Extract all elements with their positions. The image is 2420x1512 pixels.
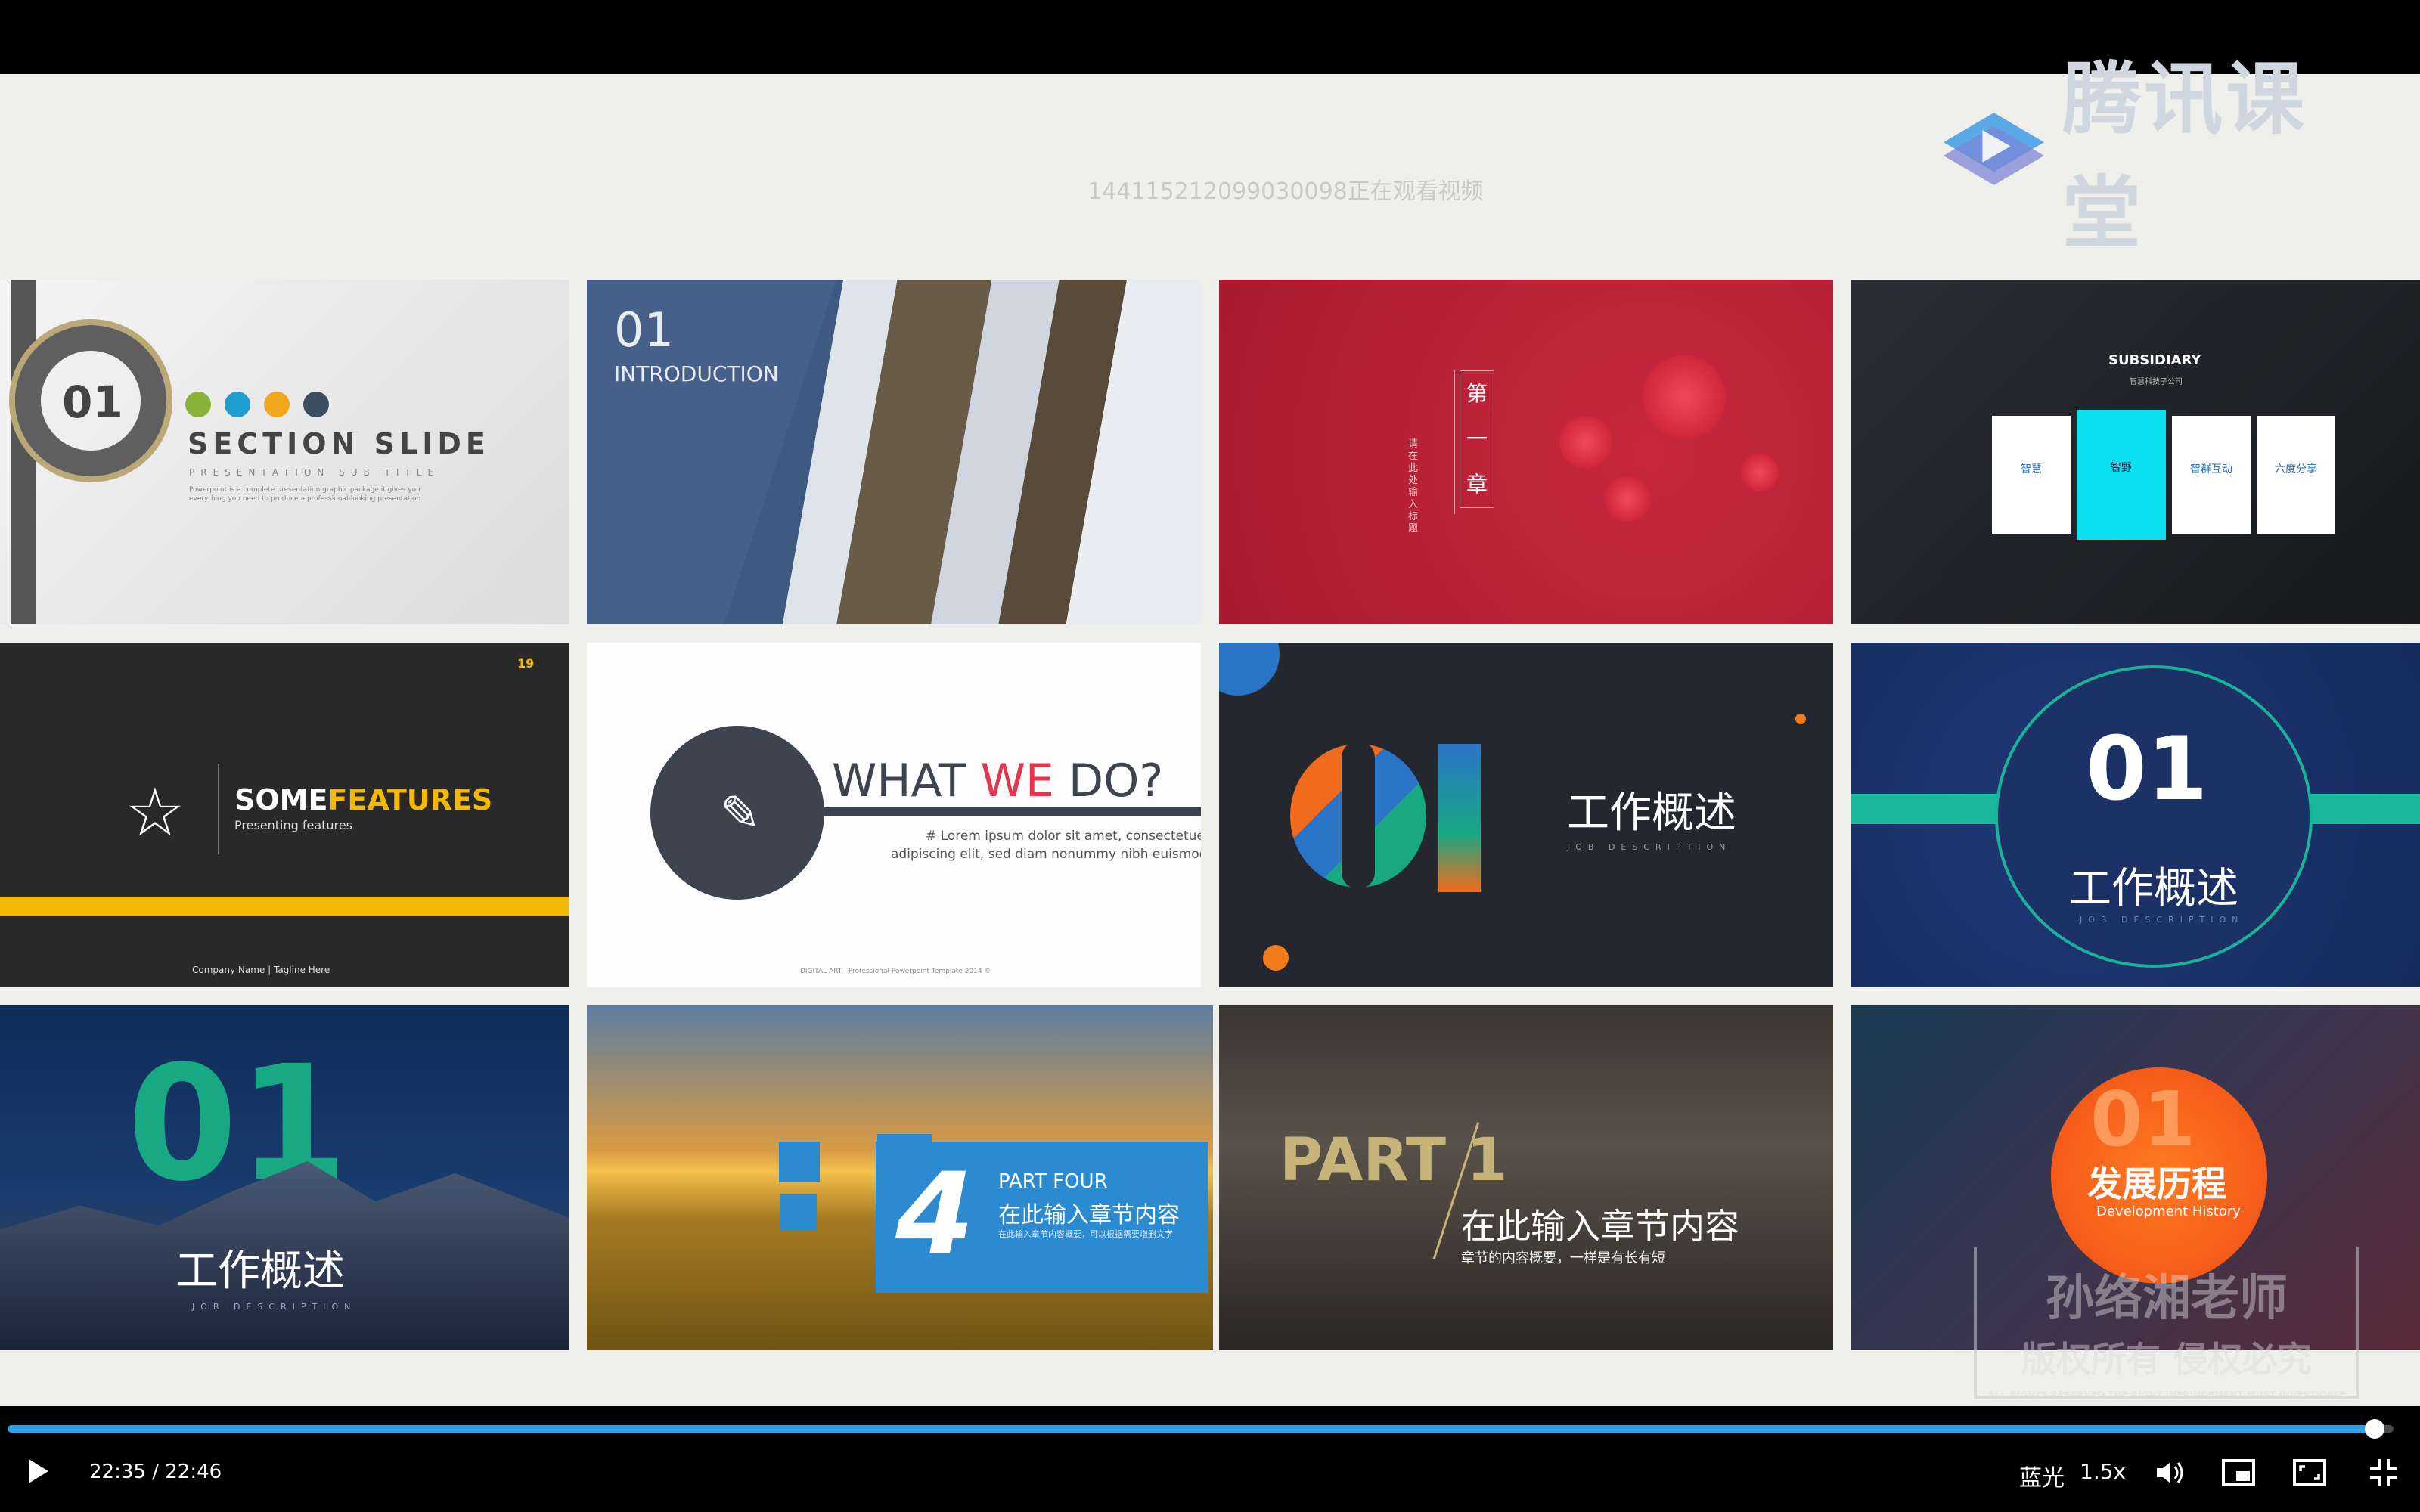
quality-button[interactable]: 蓝光: [2019, 1459, 2065, 1492]
copyright-line1: 孙络湘老师: [2046, 1271, 2288, 1327]
slide7-title: 工作概述: [1567, 789, 1736, 838]
slide-job-description-1: 工作概述 JOB DESCRIPTION: [1219, 643, 1833, 987]
copyright-watermark: 孙络湘老师 版权所有 侵权必究 ALL RIGHTS RESERVED THE …: [1974, 1247, 2360, 1400]
magic-wand-icon: ✎: [720, 786, 761, 842]
slide10-number: 4: [895, 1149, 975, 1281]
slide-some-features: 19 ☆ SOMEFEATURES Presenting features Co…: [0, 643, 569, 987]
progress-bar[interactable]: [8, 1419, 2394, 1439]
slide5-footer: Company Name | Tagline Here: [192, 965, 330, 975]
slide2-number: 01: [614, 302, 674, 358]
slide2-title: INTRODUCTION: [614, 361, 779, 386]
slide4-subtitle: 智慧科技子公司: [2130, 378, 2183, 386]
slide12-title: 发展历程: [2087, 1163, 2226, 1204]
video-player: { "watermark_text": "144115212099030098正…: [0, 0, 2420, 1512]
slide5-title: SOMEFEATURES: [234, 783, 492, 816]
slide10-body: 在此输入章节内容概要，可以根据需要增删文字: [998, 1229, 1173, 1239]
slide5-subtitle: Presenting features: [234, 818, 352, 832]
slide11-title: 在此输入章节内容: [1461, 1206, 1739, 1247]
slide-what-we-do: ✎ WHAT WE DO? # Lorem ipsum dolor sit am…: [587, 643, 1201, 987]
play-logo-icon: [1944, 113, 2044, 185]
copyright-line2: 版权所有 侵权必究: [2021, 1339, 2312, 1380]
pip-icon: [2222, 1459, 2255, 1486]
slide6-title-b: WE: [980, 754, 1054, 807]
slide12-number: 01: [2090, 1075, 2196, 1163]
slide1-title: SECTION SLIDE: [188, 427, 490, 460]
slide8-number: 01: [2086, 718, 2208, 820]
slide4-title: SUBSIDIARY: [2108, 352, 2201, 368]
slide3-body: 请在此处输入标题: [1408, 438, 1419, 534]
picture-in-picture-button[interactable]: [2217, 1450, 2260, 1495]
progress-fill: [8, 1425, 2375, 1433]
slide9-subtitle: JOB DESCRIPTION: [192, 1302, 357, 1312]
slide-job-description-3: 01 工作概述 JOB DESCRIPTION: [0, 1005, 569, 1350]
slide4-card: 六度分享: [2257, 416, 2335, 534]
progress-knob[interactable]: [2364, 1419, 2384, 1439]
slide6-title-a: WHAT: [832, 754, 981, 807]
time-separator: /: [145, 1461, 166, 1483]
slide5-title-a: SOME: [234, 783, 328, 816]
fullscreen-window-icon: [2293, 1459, 2326, 1486]
star-icon: ☆: [125, 773, 185, 851]
slide6-body: adipiscing elit, sed diam nonummy nibh e…: [891, 847, 1201, 862]
play-button[interactable]: [20, 1450, 56, 1492]
slide-job-description-2: 01 工作概述 JOB DESCRIPTION: [1851, 643, 2420, 987]
slide4-card: 智野: [2077, 410, 2166, 540]
playback-rate-button[interactable]: 1.5x: [2080, 1459, 2126, 1484]
tencent-classroom-logo: 腾讯课堂: [1944, 53, 2352, 259]
slide7-subtitle: JOB DESCRIPTION: [1567, 842, 1732, 852]
slide-part-1: PART 1 在此输入章节内容 章节的内容概要，一样是有长有短: [1219, 1005, 1833, 1350]
slide10-part: PART FOUR: [998, 1170, 1108, 1193]
time-total: 22:46: [165, 1461, 222, 1483]
slide4-card: 智群互动: [2172, 416, 2251, 534]
logo-text: 腾讯课堂: [2062, 53, 2307, 259]
volume-button[interactable]: [2149, 1450, 2192, 1495]
slide6-title: WHAT WE DO?: [832, 754, 1163, 807]
slide6-footer: DIGITAL ART · Professional Powerpoint Te…: [800, 968, 991, 975]
slide-chapter-red: 第一章 请在此处输入标题: [1219, 280, 1833, 624]
time-display: 22:35 / 22:46: [89, 1461, 222, 1483]
exit-fullscreen-button[interactable]: [2363, 1450, 2405, 1495]
slide10-title: 在此输入章节内容: [998, 1202, 1180, 1228]
slide3-title: 第一章: [1460, 370, 1494, 508]
slide5-title-b: FEATURES: [327, 783, 493, 816]
slide-section-slide: 01 SECTION SLIDE PRESENTATION SUB TITLE …: [0, 280, 569, 624]
slide6-body: # Lorem ipsum dolor sit amet, consectetu…: [926, 829, 1201, 844]
slide-introduction: 01 INTRODUCTION: [587, 280, 1201, 624]
slide1-body: Powerpoint is a complete presentation gr…: [189, 486, 421, 503]
play-icon: [29, 1459, 48, 1483]
slide11-body: 章节的内容概要，一样是有长有短: [1461, 1250, 1665, 1266]
time-current: 22:35: [89, 1461, 146, 1483]
slide8-subtitle: JOB DESCRIPTION: [2080, 915, 2245, 925]
volume-icon: [2157, 1462, 2183, 1483]
slide9-title: 工作概述: [175, 1247, 345, 1296]
slide6-title-c: DO?: [1053, 754, 1164, 807]
web-fullscreen-button[interactable]: [2288, 1450, 2331, 1495]
copyright-line3: ALL RIGHTS RESERVED THE RIGHT INFRINGEME…: [1987, 1390, 2346, 1400]
slide4-card: 智慧: [1992, 416, 2071, 534]
slide1-number: 01: [62, 376, 123, 428]
slide5-page: 19: [517, 656, 535, 671]
slide-subsidiary: SUBSIDIARY 智慧科技子公司 智慧 智野 智群互动 六度分享: [1851, 280, 2420, 624]
viewer-watermark: 144115212099030098正在观看视频: [1087, 178, 1484, 205]
slide1-subtitle: PRESENTATION SUB TITLE: [189, 467, 440, 478]
slide-part-four: 4 PART FOUR 在此输入章节内容 在此输入章节内容概要，可以根据需要增删…: [587, 1005, 1213, 1350]
top-black-bar: [0, 0, 2420, 74]
slide8-title: 工作概述: [2069, 864, 2238, 913]
slide12-subtitle: Development History: [2096, 1204, 2241, 1219]
exit-fullscreen-icon: [2370, 1459, 2397, 1486]
